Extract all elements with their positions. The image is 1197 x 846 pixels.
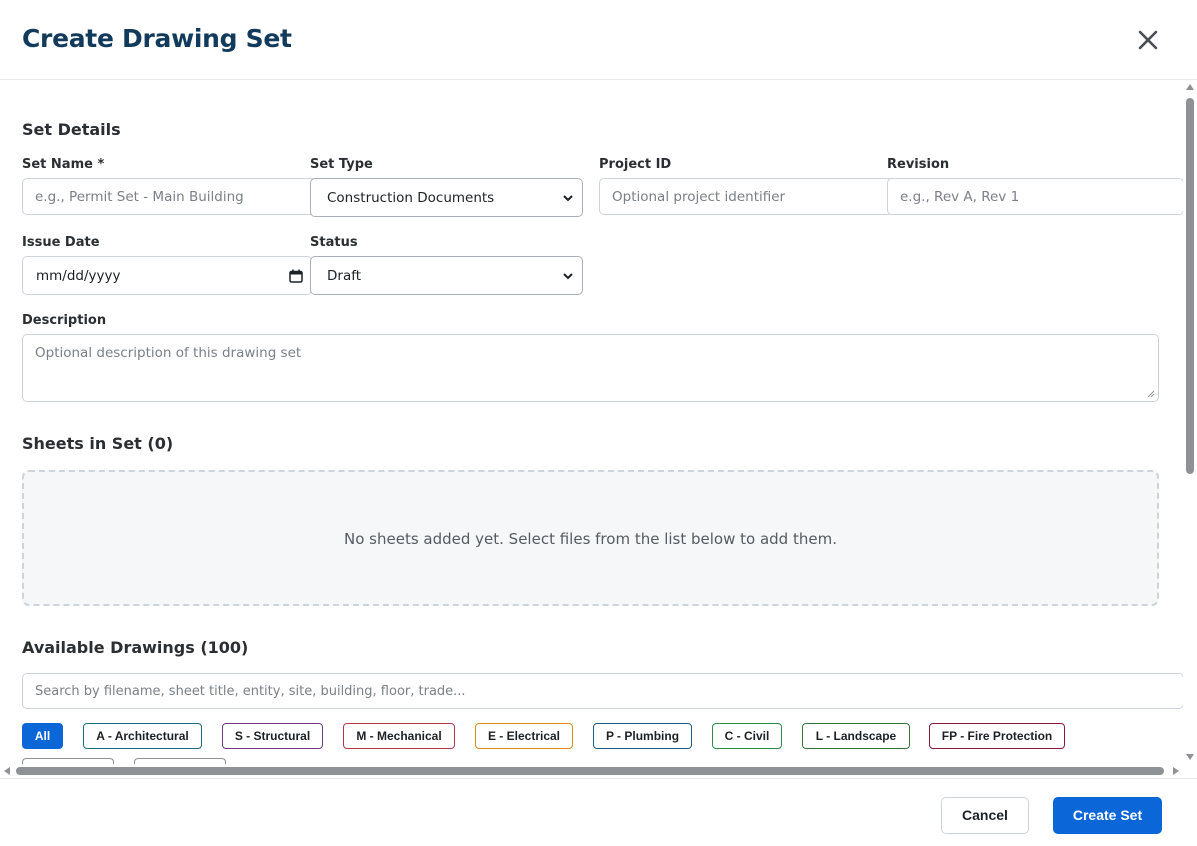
issue-date-label: Issue Date [22,235,100,250]
issue-date-input[interactable]: mm/dd/yyyy [22,256,312,295]
set-type-select[interactable]: Construction Documents [310,178,583,217]
drawings-search-input[interactable] [22,673,1184,709]
dialog-body: Set Details Set Name * Set Type Construc… [0,80,1197,778]
status-label: Status [310,235,358,250]
chevron-down-icon [563,273,573,280]
scroll-up-icon[interactable] [1186,83,1194,91]
dialog-header: Create Drawing Set [0,0,1197,80]
filter-chip-l-landscape[interactable]: L - Landscape [802,723,910,749]
filter-chip-c-civil[interactable]: C - Civil [712,723,782,749]
sheets-heading: Sheets in Set (0) [22,434,174,453]
revision-label: Revision [887,157,950,172]
calendar-icon[interactable] [289,269,303,283]
set-details-heading: Set Details [22,120,121,139]
filter-chip-p-plumbing[interactable]: P - Plumbing [593,723,692,749]
dialog-title: Create Drawing Set [22,24,292,53]
issue-date-value: mm/dd/yyyy [36,268,121,284]
filter-chip-s-structural[interactable]: S - Structural [222,723,323,749]
cancel-button[interactable]: Cancel [941,797,1029,834]
chevron-down-icon [563,195,573,202]
revision-input[interactable] [887,178,1184,215]
project-id-label: Project ID [599,157,672,172]
scroll-down-icon[interactable] [1186,753,1194,761]
status-value: Draft [327,268,362,284]
vertical-scrollbar[interactable] [1183,80,1197,768]
set-name-input[interactable] [22,178,317,215]
description-label: Description [22,313,107,328]
set-type-label: Set Type [310,157,373,172]
sheets-dropzone: No sheets added yet. Select files from t… [22,470,1159,606]
filter-chip-a-architectural[interactable]: A - Architectural [83,723,202,749]
set-name-label: Set Name * [22,157,105,172]
horizontal-scroll-thumb[interactable] [16,767,1164,775]
create-set-button[interactable]: Create Set [1053,797,1162,834]
horizontal-scrollbar[interactable] [0,764,1197,778]
scroll-left-icon[interactable] [3,767,11,775]
vertical-scroll-thumb[interactable] [1186,98,1194,474]
available-drawings-heading: Available Drawings (100) [22,638,249,657]
dialog-footer: Cancel Create Set [0,778,1197,846]
filter-chip-e-electrical[interactable]: E - Electrical [475,723,573,749]
set-type-value: Construction Documents [327,190,495,206]
filter-chip-all[interactable]: All [22,723,63,749]
scroll-right-icon[interactable] [1172,767,1180,775]
description-textarea[interactable]: Optional description of this drawing set [22,334,1159,402]
sheets-empty-message: No sheets added yet. Select files from t… [344,530,837,548]
filter-chip-fp-fire-protection[interactable]: FP - Fire Protection [929,723,1065,749]
resize-grip-icon[interactable] [1147,390,1155,398]
project-id-input[interactable] [599,178,894,215]
close-icon[interactable] [1132,24,1164,56]
status-select[interactable]: Draft [310,256,583,295]
filter-chip-m-mechanical[interactable]: M - Mechanical [343,723,455,749]
description-placeholder: Optional description of this drawing set [35,345,302,361]
